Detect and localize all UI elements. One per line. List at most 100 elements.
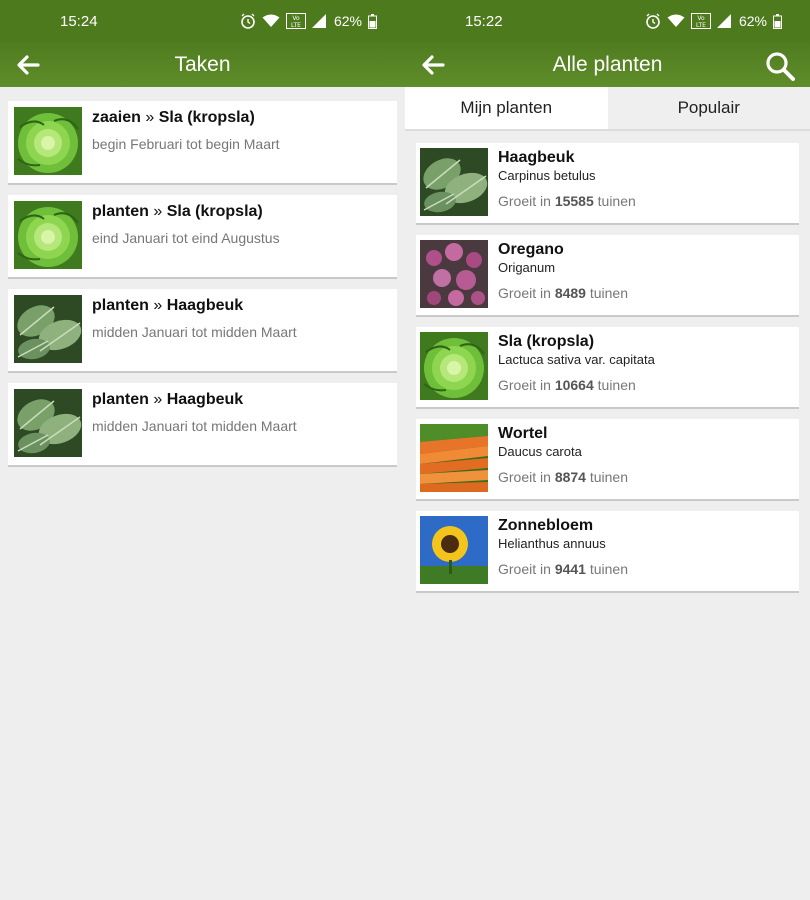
task-action: planten — [92, 203, 149, 220]
volte-icon: VoLTE — [285, 13, 306, 29]
task-title: planten » Haagbeuk — [92, 391, 391, 409]
grow-prefix: Groeit in — [498, 193, 551, 209]
hornbeam-image — [14, 295, 82, 363]
plant-thumbnail — [14, 201, 82, 269]
plant-card[interactable]: Zonnebloem Helianthus annuus Groeit in 944… — [416, 511, 799, 593]
task-card[interactable]: planten » Haagbeuk midden Januari tot mid… — [8, 289, 397, 373]
task-plant: Sla (kropsla) — [166, 203, 263, 220]
plant-card[interactable]: Haagbeuk Carpinus betulus Groeit in 15585 … — [416, 143, 799, 225]
plant-name: Wortel — [498, 425, 548, 442]
grow-suffix: tuinen — [597, 193, 636, 209]
plant-thumbnail — [420, 516, 488, 584]
grow-count: 10664 — [554, 377, 594, 393]
plant-latin-name: Helianthus annuus — [498, 536, 606, 551]
wifi-icon — [667, 14, 685, 27]
task-text: planten » Haagbeuk midden Januari tot mid… — [92, 389, 391, 459]
carrot-image — [420, 424, 488, 492]
plant-thumbnail — [420, 240, 488, 308]
back-button[interactable] — [419, 52, 447, 78]
plant-thumbnail — [14, 107, 82, 175]
hornbeam-image — [14, 389, 82, 457]
screens-container: 15:24 Vo LTE 62% Taken zaaien » Sla (krop… — [0, 0, 810, 900]
grow-suffix: tuinen — [597, 377, 636, 393]
plant-card[interactable]: Wortel Daucus carota Groeit in 8874 tuinen — [416, 419, 799, 501]
plant-card[interactable]: Sla (kropsla) Lactuca sativa var. capitat… — [416, 327, 799, 409]
search-button[interactable] — [764, 50, 796, 82]
tab-populair[interactable]: Populair — [607, 87, 810, 129]
battery-icon — [368, 13, 377, 29]
page-title: Alle planten — [552, 52, 663, 76]
svg-text:Vo: Vo — [292, 15, 300, 22]
task-card[interactable]: planten » Haagbeuk midden Januari tot mid… — [8, 383, 397, 467]
status-icons: Vo LTE 62% — [240, 0, 377, 42]
task-title: zaaien » Sla (kropsla) — [92, 109, 391, 127]
plant-text: Oregano Origanum Groeit in 8489 tuinen — [498, 240, 795, 310]
task-text: planten » Sla (kropsla) eind Januari tot … — [92, 201, 391, 271]
grow-count: 9441 — [554, 561, 586, 577]
battery-percent: 62% — [738, 13, 767, 29]
plant-latin-name: Carpinus betulus — [498, 168, 596, 183]
plant-thumbnail — [420, 424, 488, 492]
plant-garden-count: Groeit in 8874 tuinen — [498, 469, 795, 485]
plant-latin-name: Lactuca sativa var. capitata — [498, 352, 655, 367]
oregano-image — [420, 240, 488, 308]
task-separator: » — [145, 109, 155, 126]
app-bar: Taken — [0, 42, 405, 87]
page-title: Taken — [174, 52, 231, 76]
search-icon — [766, 52, 795, 81]
plant-thumbnail — [14, 295, 82, 363]
app-bar: Alle planten — [405, 42, 810, 87]
arrow-left-icon — [17, 55, 40, 75]
plant-latin-name: Daucus carota — [498, 444, 582, 459]
plant-text: Sla (kropsla) Lactuca sativa var. capitat… — [498, 332, 795, 402]
plant-latin-name: Origanum — [498, 260, 556, 275]
status-bar: 15:24 Vo LTE 62% — [0, 0, 405, 42]
grow-prefix: Groeit in — [498, 285, 551, 301]
plant-garden-count: Groeit in 9441 tuinen — [498, 561, 795, 577]
plant-text: Wortel Daucus carota Groeit in 8874 tuinen — [498, 424, 795, 494]
task-period: eind Januari tot eind Augustus — [92, 230, 280, 246]
task-separator: » — [153, 297, 163, 314]
status-bar: 15:22 Vo LTE 62% — [405, 0, 810, 42]
plant-list: Haagbeuk Carpinus betulus Groeit in 15585 … — [405, 131, 810, 615]
svg-text:LTE: LTE — [696, 22, 706, 29]
tasks-screen: 15:24 Vo LTE 62% Taken zaaien » Sla (krop… — [0, 0, 405, 900]
alarm-icon — [646, 13, 660, 29]
battery-percent: 62% — [333, 13, 362, 29]
plant-name: Oregano — [498, 241, 564, 258]
grow-prefix: Groeit in — [498, 561, 551, 577]
task-card[interactable]: planten » Sla (kropsla) eind Januari tot … — [8, 195, 397, 279]
back-button[interactable] — [14, 52, 42, 78]
task-title: planten » Sla (kropsla) — [92, 203, 391, 221]
task-list: zaaien » Sla (kropsla) begin Februari tot… — [0, 87, 405, 491]
plant-thumbnail — [420, 148, 488, 216]
tab-bar: Mijn planten Populair — [405, 87, 810, 131]
plant-text: Zonnebloem Helianthus annuus Groeit in 944… — [498, 516, 795, 586]
grow-count: 8489 — [554, 285, 586, 301]
plant-garden-count: Groeit in 10664 tuinen — [498, 377, 795, 393]
task-period: midden Januari tot midden Maart — [92, 418, 297, 434]
task-period: midden Januari tot midden Maart — [92, 324, 297, 340]
plant-text: Haagbeuk Carpinus betulus Groeit in 15585 … — [498, 148, 795, 218]
lettuce-image — [420, 332, 488, 400]
battery-icon — [773, 13, 782, 29]
task-action: zaaien — [92, 109, 141, 126]
grow-suffix: tuinen — [589, 469, 629, 485]
plant-garden-count: Groeit in 15585 tuinen — [498, 193, 795, 209]
grow-count: 8874 — [554, 469, 586, 485]
status-icons: Vo LTE 62% — [645, 0, 782, 42]
svg-text:Vo: Vo — [697, 15, 705, 22]
task-plant: Sla (kropsla) — [158, 109, 255, 126]
sunflower-image — [420, 516, 488, 584]
task-action: planten — [92, 391, 149, 408]
volte-icon: VoLTE — [690, 13, 711, 29]
alarm-icon — [241, 13, 255, 29]
task-period: begin Februari tot begin Maart — [92, 136, 280, 152]
task-card[interactable]: zaaien » Sla (kropsla) begin Februari tot… — [8, 101, 397, 185]
tab-mijn-planten[interactable]: Mijn planten — [405, 87, 608, 129]
plant-garden-count: Groeit in 8489 tuinen — [498, 285, 795, 301]
status-time: 15:22 — [465, 12, 503, 30]
plant-name: Sla (kropsla) — [498, 333, 595, 350]
task-title: planten » Haagbeuk — [92, 297, 391, 315]
plant-card[interactable]: Oregano Origanum Groeit in 8489 tuinen — [416, 235, 799, 317]
